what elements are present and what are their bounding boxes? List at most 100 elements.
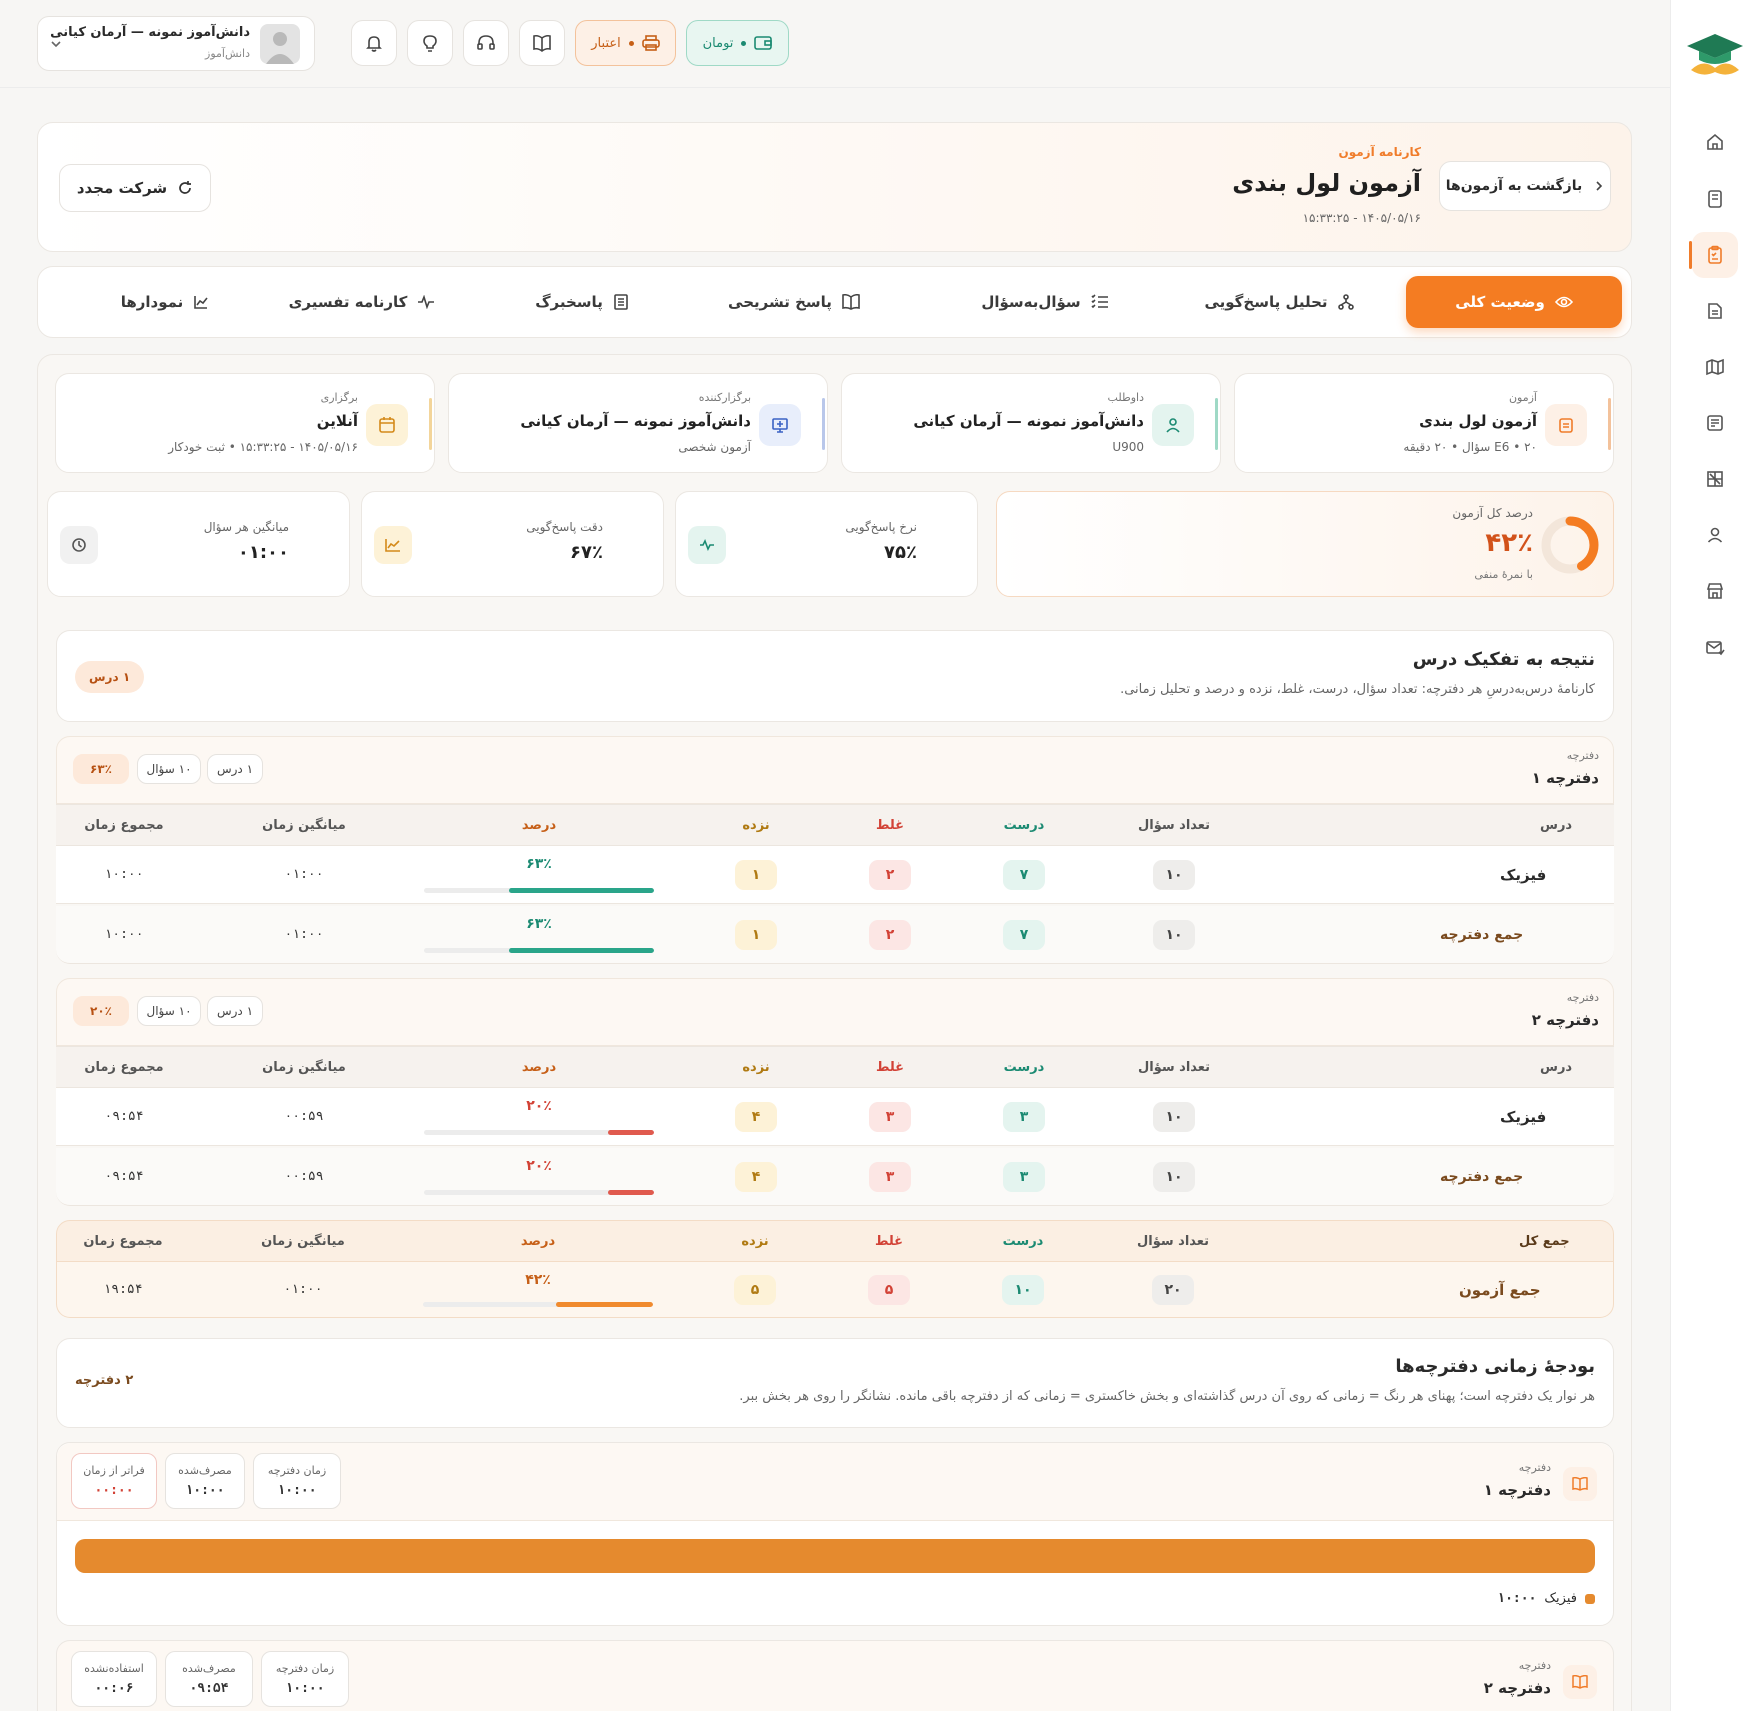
tab-charts[interactable]: نمودارها (110, 276, 220, 328)
percent-value: ۲۰٪ (526, 1158, 552, 1174)
guide-button[interactable] (519, 20, 565, 66)
correct-badge: ۱۰ (1002, 1274, 1044, 1305)
blank-badge: ۵ (734, 1274, 776, 1305)
col-blank: نزده (742, 1059, 770, 1075)
percent-value: ۴۲٪ (525, 1272, 551, 1288)
sidebar-item-exams[interactable] (1692, 176, 1738, 222)
lesson-name: فیزیک (1500, 1107, 1547, 1126)
chip-used: مصرف‌شده ۱۰:۰۰ (165, 1453, 245, 1509)
clipboard-icon (1545, 404, 1587, 446)
tab-question-by-question[interactable]: سؤال‌به‌سؤال (960, 276, 1130, 328)
sidebar-item-messages[interactable] (1692, 624, 1738, 670)
tab-label: وضعیت کلی (1455, 293, 1545, 311)
credit-dot (628, 40, 634, 46)
booklet-kicker: دفترچه (1566, 749, 1599, 762)
sidebar-item-profile[interactable] (1692, 512, 1738, 558)
chip-lessons: ۱ درس (207, 754, 263, 784)
budget-title: دفترچه ۱ (1483, 1481, 1551, 1499)
booklet-kicker: دفترچه (1566, 991, 1599, 1004)
section-title: بودجهٔ زمانی دفترچه‌ها (1395, 1356, 1595, 1377)
tab-answer-sheet[interactable]: پاسخبرگ (522, 276, 642, 328)
lesson-name: فیزیک (1500, 865, 1547, 884)
user-menu[interactable]: دانش‌آموز نمونه — آرمان کیانی دانش‌آموز (37, 16, 315, 71)
stat-value: ۷۵٪ (884, 542, 917, 563)
budget-section-header: بودجهٔ زمانی دفترچه‌ها هر نوار یک دفترچه… (56, 1338, 1614, 1428)
chip-lessons: ۱ درس (207, 996, 263, 1026)
tab-label: نمودارها (120, 293, 184, 311)
tab-analysis[interactable]: تحلیل پاسخ‌گویی (1184, 276, 1374, 328)
notebook-icon (1708, 190, 1722, 208)
stat-card-total-percent: درصد کل آزمون ۴۲٪ با نمرهٔ منفی (996, 491, 1614, 597)
stat-card-accuracy: دقت پاسخ‌گویی ۶۷٪ (361, 491, 664, 597)
topbar: تومان اعتبار دانش‌آموز نمونه — آرمان کیا… (0, 0, 1670, 88)
wallet-button[interactable]: تومان (686, 20, 789, 66)
tab-explanatory-answers[interactable]: پاسخ تشریحی (714, 276, 874, 328)
credit-button[interactable]: اعتبار (575, 20, 676, 66)
grand-total-header: جمع کل تعداد سؤال درست غلط نزده درصد میا… (56, 1220, 1614, 1262)
col-total-time: مجموع زمان (84, 817, 164, 833)
back-button[interactable]: بازگشت به آزمون‌ها (1439, 161, 1611, 211)
time-budget-segment[interactable] (75, 1539, 1595, 1573)
info-value: دانش‌آموز نمونه — آرمان کیانی (913, 412, 1144, 430)
sidebar-item-home[interactable] (1692, 119, 1738, 165)
sidebar-item-documents[interactable] (1692, 288, 1738, 334)
total-time: ۱۰:۰۰ (104, 867, 144, 882)
col-count: تعداد سؤال (1137, 1059, 1211, 1075)
total-time: ۱۹:۵۴ (103, 1282, 143, 1297)
retry-button[interactable]: شرکت مجدد (59, 164, 211, 212)
chart-icon (194, 296, 208, 309)
map-icon (1706, 358, 1724, 376)
support-button[interactable] (463, 20, 509, 66)
tab-overview[interactable]: وضعیت کلی (1406, 276, 1622, 328)
chip-booklet-time: زمان دفترچه ۱۰:۰۰ (261, 1651, 349, 1707)
accent-bar (1608, 398, 1611, 450)
info-card-held: برگزاری آنلاین ۱۴۰۵/۰۵/۱۶ - ۱۵:۳۳:۲۵ • ث… (55, 373, 435, 473)
info-sub: U900 (1112, 440, 1144, 454)
header-datetime: ۱۴۰۵/۰۵/۱۶ - ۱۵:۳۳:۲۵ (1302, 211, 1421, 225)
sidebar-item-news[interactable] (1692, 400, 1738, 446)
stat-label: نرخ پاسخ‌گویی (845, 520, 917, 534)
info-label: برگزارکننده (698, 391, 751, 404)
legend-swatch (1585, 1593, 1595, 1604)
grand-total-name: جمع آزمون (1459, 1280, 1541, 1299)
report-header: کارنامه آزمون آزمون لول بندی ۱۴۰۵/۰۵/۱۶ … (37, 122, 1632, 252)
blank-badge: ۱ (735, 859, 777, 890)
logo[interactable] (1683, 28, 1747, 80)
book-icon (1563, 1467, 1597, 1501)
total-time: ۰۹:۵۴ (104, 1169, 144, 1184)
table-row-subtotal: جمع دفترچه ۱۰ ۳ ۳ ۴ ۲۰٪ ۰۰:۵۹ ۰۹:۵۴ (56, 1148, 1614, 1206)
wallet-label: تومان (702, 35, 734, 51)
avg-time: ۰۰:۵۹ (284, 1169, 324, 1184)
percent-fill (509, 888, 654, 893)
budget-title: دفترچه ۲ (1483, 1679, 1551, 1697)
tips-button[interactable] (407, 20, 453, 66)
count-badge: ۱۰ (1153, 859, 1195, 890)
time-budget-bar[interactable] (75, 1539, 1595, 1573)
sidebar-item-map[interactable] (1692, 344, 1738, 390)
stat-value: ۶۷٪ (570, 542, 603, 563)
blank-badge: ۱ (735, 919, 777, 950)
printer-icon (641, 35, 660, 51)
percent-bar (423, 1302, 653, 1307)
sidebar-item-grid[interactable] (1692, 456, 1738, 502)
chip-value: ۱۰:۰۰ (285, 1681, 325, 1696)
booklet-header: دفترچه دفترچه ۲ ۱ درس ۱۰ سؤال ۲۰٪ (56, 978, 1614, 1046)
sidebar-item-reports[interactable] (1689, 232, 1738, 278)
col-blank: نزده (742, 817, 770, 833)
col-wrong: غلط (875, 817, 905, 833)
notifications-button[interactable] (351, 20, 397, 66)
percent-bar (424, 888, 654, 893)
sidebar-item-store[interactable] (1692, 568, 1738, 614)
chip-value: ۰۰:۰۶ (94, 1681, 134, 1696)
wrong-badge: ۲ (869, 859, 911, 890)
booklet-count-badge: ۲ دفترچه (75, 1373, 134, 1388)
table-row: فیزیک ۱۰ ۷ ۲ ۱ ۶۳٪ ۰۱:۰۰ ۱۰:۰۰ (56, 846, 1614, 904)
correct-badge: ۳ (1003, 1161, 1045, 1192)
header-kicker: کارنامه آزمون (1338, 145, 1421, 159)
percent-bar (424, 948, 654, 953)
percent-fill (509, 948, 654, 953)
count-badge: ۱۰ (1153, 1101, 1195, 1132)
col-wrong: غلط (874, 1233, 904, 1249)
book-icon (842, 294, 860, 310)
tab-interpretive-report[interactable]: کارنامه تفسیری (282, 276, 442, 328)
